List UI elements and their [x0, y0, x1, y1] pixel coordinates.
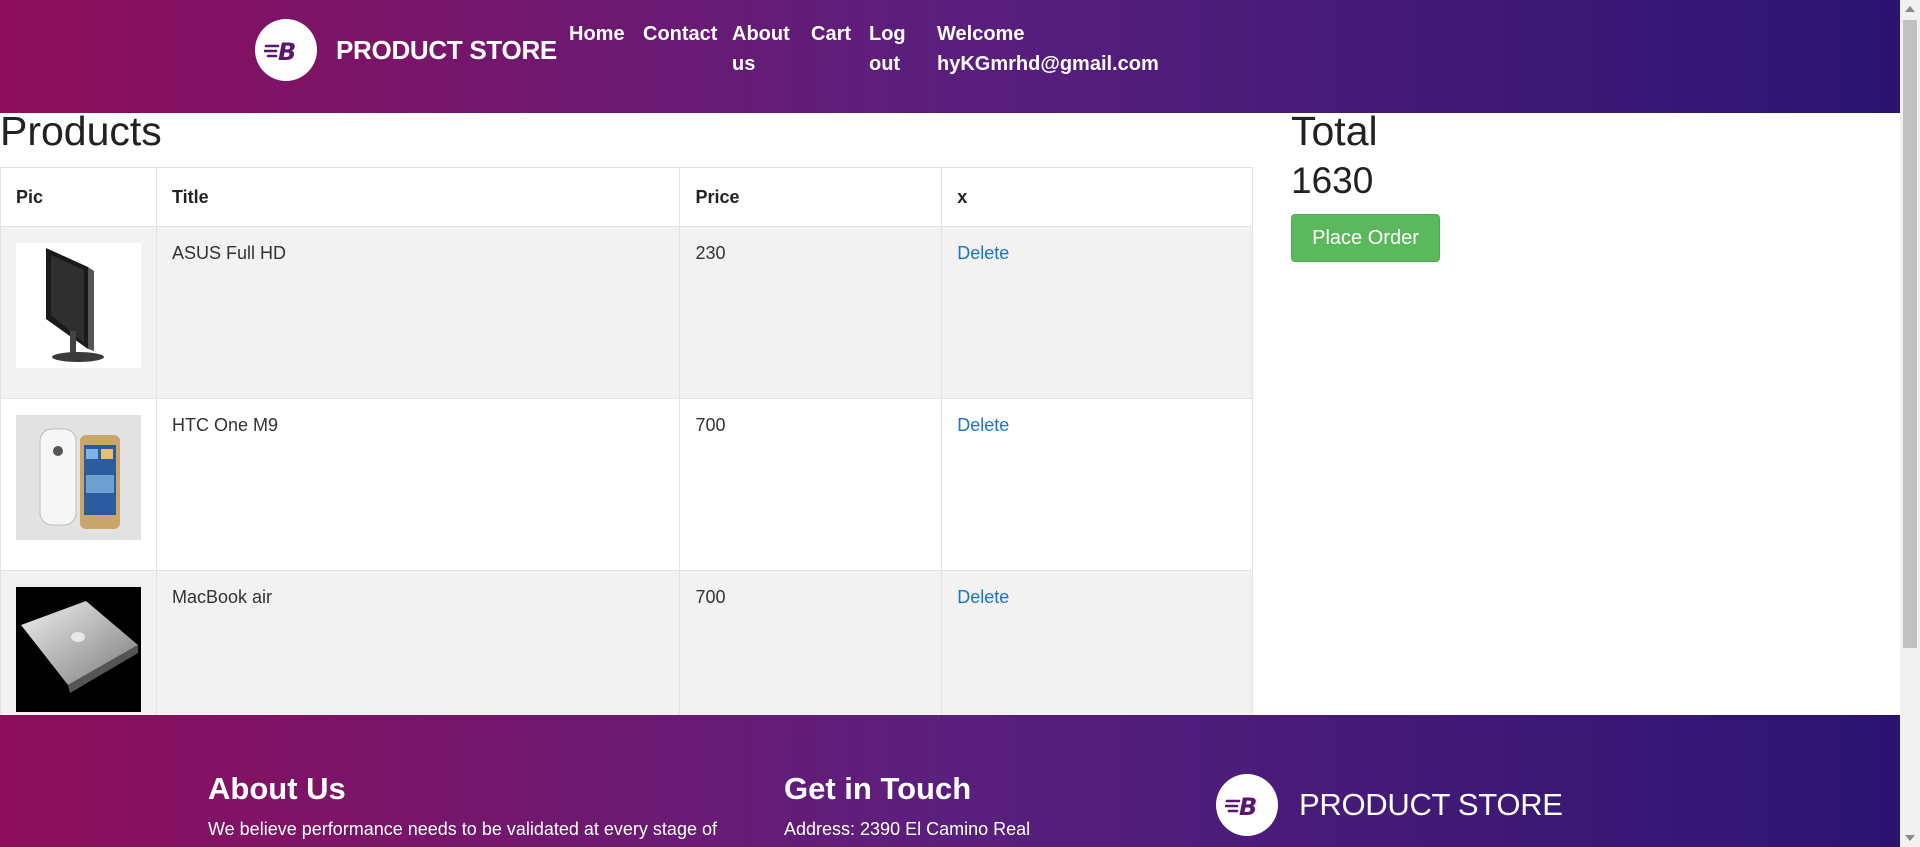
- footer-address-text: Address: 2390 El Camino Real: [784, 819, 1031, 839]
- footer-brand: B PRODUCT STORE: [1216, 774, 1563, 836]
- nav-about[interactable]: About us: [732, 19, 792, 79]
- svg-text:B: B: [278, 38, 296, 65]
- brand-logo-icon: B: [255, 19, 317, 81]
- monitor-image: [16, 243, 141, 368]
- footer-about-heading: About Us: [208, 771, 346, 806]
- footer-logo-icon: B: [1216, 774, 1278, 836]
- total-value: 1630: [1291, 160, 1374, 201]
- footer-brand-name: PRODUCT STORE: [1299, 787, 1563, 822]
- product-price: 700: [679, 398, 943, 571]
- delete-link[interactable]: Delete: [957, 415, 1009, 435]
- product-title: HTC One M9: [155, 398, 681, 571]
- nav-welcome-user[interactable]: Welcome hyKGmrhd@gmail.com: [937, 19, 1177, 79]
- delete-link[interactable]: Delete: [957, 587, 1009, 607]
- laptop-image: [16, 587, 141, 712]
- nav-home[interactable]: Home: [569, 19, 625, 49]
- svg-text:B: B: [1239, 793, 1257, 820]
- nav-logout[interactable]: Log out: [869, 19, 909, 79]
- delete-link[interactable]: Delete: [957, 243, 1009, 263]
- table-row: HTC One M9 700 Delete: [0, 398, 1253, 571]
- place-order-button[interactable]: Place Order: [1291, 214, 1440, 262]
- product-pic-cell: [0, 226, 157, 399]
- products-heading: Products: [0, 108, 162, 154]
- phone-image: [16, 415, 141, 540]
- delete-cell: Delete: [941, 398, 1253, 571]
- column-header-title: Title: [155, 167, 681, 227]
- brand-name: PRODUCT STORE: [336, 34, 557, 65]
- product-title: ASUS Full HD: [155, 226, 681, 399]
- scroll-up-arrow-icon[interactable]: [1905, 6, 1915, 12]
- scroll-down-arrow-icon[interactable]: [1905, 835, 1915, 841]
- table-row: ASUS Full HD 230 Delete: [0, 226, 1253, 399]
- table-header-row: Pic Title Price x: [0, 167, 1253, 227]
- footer: About Us We believe performance needs to…: [0, 715, 1900, 847]
- footer-about-text: We believe performance needs to be valid…: [208, 819, 717, 839]
- column-header-price: Price: [679, 167, 943, 227]
- total-heading: Total: [1291, 108, 1378, 154]
- nav-cart[interactable]: Cart: [811, 19, 851, 49]
- product-price: 230: [679, 226, 943, 399]
- footer-contact-heading: Get in Touch: [784, 771, 972, 806]
- column-header-pic: Pic: [0, 167, 157, 227]
- delete-cell: Delete: [941, 226, 1253, 399]
- column-header-x: x: [941, 167, 1253, 227]
- top-navbar: B PRODUCT STORE Home Contact About us Ca…: [0, 0, 1900, 113]
- product-pic-cell: [0, 398, 157, 571]
- brand-link[interactable]: B PRODUCT STORE: [255, 19, 557, 81]
- scroll-thumb[interactable]: [1903, 20, 1917, 648]
- vertical-scrollbar[interactable]: [1900, 0, 1920, 847]
- nav-contact[interactable]: Contact: [643, 19, 717, 49]
- cart-table: Pic Title Price x ASUS Full HD 230 Delet…: [0, 167, 1253, 743]
